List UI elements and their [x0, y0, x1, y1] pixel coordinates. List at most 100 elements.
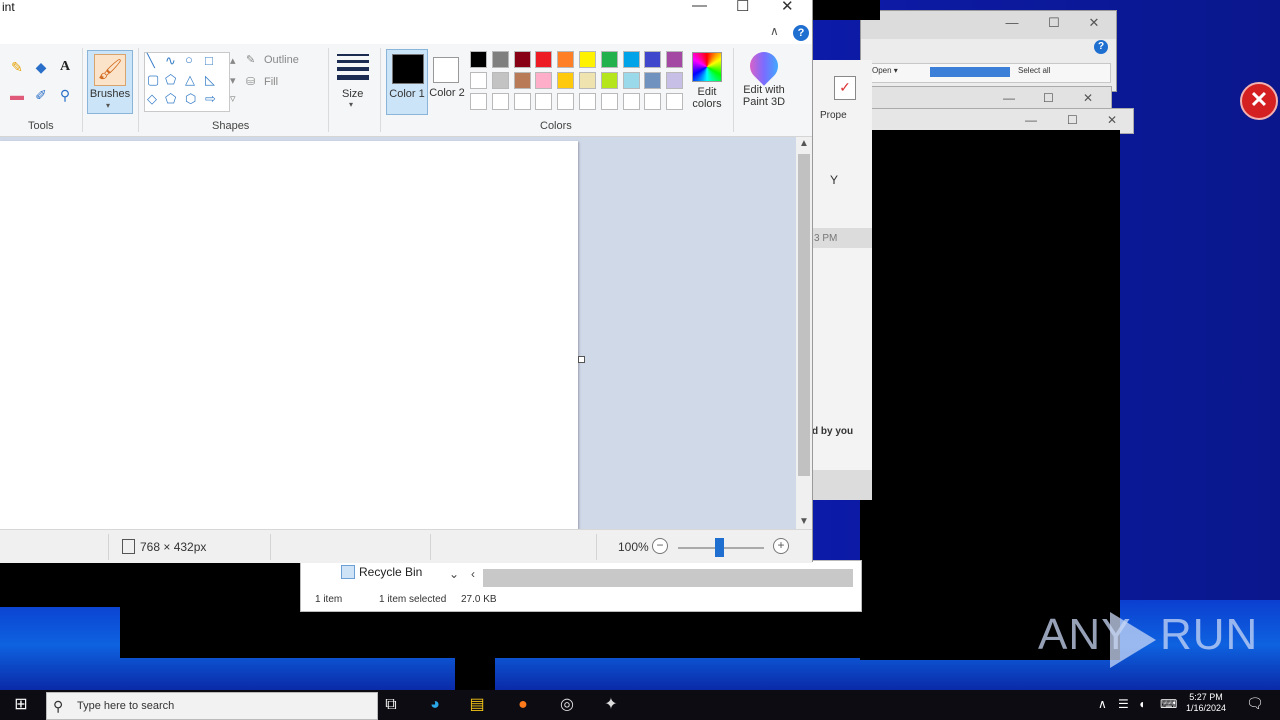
- text-tool-icon[interactable]: A: [56, 58, 74, 76]
- palette-swatch[interactable]: [600, 93, 618, 110]
- close-button[interactable]: ✕: [781, 0, 794, 15]
- fill-bucket-icon[interactable]: ◆: [32, 58, 50, 76]
- color-palette[interactable]: [470, 51, 686, 115]
- palette-swatch[interactable]: [600, 72, 618, 89]
- maximize-button[interactable]: ☐: [736, 0, 749, 15]
- palette-swatch[interactable]: [557, 51, 575, 68]
- drawing-canvas[interactable]: [0, 141, 578, 529]
- palette-swatch[interactable]: [622, 93, 640, 110]
- shapes-gallery[interactable]: ╲ ∿ ○ □ ▢ ⬠ △ ◺ ◇ ⬠ ⬡ ⇨: [144, 52, 230, 112]
- palette-swatch[interactable]: [644, 51, 662, 68]
- line-shape-icon[interactable]: ╲: [147, 53, 155, 69]
- shapes-scroll-down-icon[interactable]: ▾: [230, 74, 236, 87]
- palette-swatch[interactable]: [513, 93, 531, 110]
- edge-icon[interactable]: ◕: [424, 694, 446, 716]
- paint-titlebar[interactable]: int — ☐ ✕: [0, 0, 812, 16]
- hexagon-shape-icon[interactable]: ⬡: [185, 91, 196, 107]
- notification-icon[interactable]: 🗨: [1246, 695, 1264, 712]
- palette-swatch[interactable]: [513, 51, 531, 68]
- rounded-rect-shape-icon[interactable]: ▢: [147, 72, 159, 88]
- palette-swatch[interactable]: [470, 72, 487, 89]
- bg3-maximize-button[interactable]: ☐: [1067, 113, 1078, 127]
- palette-swatch[interactable]: [666, 93, 684, 110]
- palette-swatch[interactable]: [666, 72, 684, 89]
- taskbar-search[interactable]: ⚲ Type here to search: [46, 692, 378, 720]
- scroll-left-icon[interactable]: ‹: [471, 567, 475, 581]
- firefox-icon[interactable]: ●: [512, 694, 534, 716]
- zoom-out-button[interactable]: −: [652, 538, 668, 554]
- vertical-scrollbar-thumb[interactable]: [798, 154, 810, 476]
- palette-swatch[interactable]: [644, 72, 662, 89]
- size-icon[interactable]: [337, 54, 369, 80]
- bg2-minimize-button[interactable]: —: [1003, 91, 1015, 105]
- palette-swatch[interactable]: [513, 72, 531, 89]
- palette-swatch[interactable]: [535, 51, 553, 68]
- bg-help-icon[interactable]: ?: [1094, 40, 1108, 54]
- file-explorer-icon[interactable]: ▤: [466, 694, 488, 716]
- chrome-icon[interactable]: ◎: [556, 694, 578, 716]
- palette-swatch[interactable]: [557, 72, 575, 89]
- zoom-slider-thumb[interactable]: [715, 538, 725, 557]
- other-app-icon[interactable]: ✦: [600, 694, 622, 716]
- triangle-shape-icon[interactable]: △: [185, 72, 195, 88]
- scroll-down-icon[interactable]: ▼: [799, 516, 809, 527]
- size-label[interactable]: Size: [342, 88, 363, 100]
- right-triangle-shape-icon[interactable]: ◺: [205, 72, 215, 88]
- canvas-resize-handle[interactable]: [578, 356, 585, 363]
- red-close-icon[interactable]: ✕: [1240, 82, 1278, 120]
- palette-swatch[interactable]: [535, 93, 553, 110]
- tray-overflow-icon[interactable]: ∧: [1098, 697, 1107, 711]
- curve-shape-icon[interactable]: ∿: [165, 53, 176, 69]
- palette-swatch[interactable]: [491, 51, 509, 68]
- palette-swatch[interactable]: [557, 93, 575, 110]
- volume-icon[interactable]: ◖: [1138, 697, 1145, 711]
- bg-close-button[interactable]: ✕: [1087, 16, 1101, 29]
- edit-with-paint3d-button[interactable]: Edit with Paint 3D: [736, 46, 792, 108]
- magnifier-icon[interactable]: ⚲: [56, 86, 74, 104]
- palette-swatch[interactable]: [622, 72, 640, 89]
- palette-swatch[interactable]: [579, 51, 596, 68]
- zoom-in-button[interactable]: +: [773, 538, 789, 554]
- palette-swatch[interactable]: [470, 51, 487, 68]
- pentagon-shape-icon[interactable]: ⬠: [165, 91, 176, 107]
- palette-swatch[interactable]: [579, 72, 596, 89]
- palette-swatch[interactable]: [470, 93, 487, 110]
- scroll-up-icon[interactable]: ▲: [799, 138, 809, 149]
- palette-swatch[interactable]: [491, 72, 509, 89]
- properties-icon[interactable]: ✓: [834, 76, 856, 100]
- bg-maximize-button[interactable]: ☐: [1047, 16, 1061, 29]
- collapse-ribbon-icon[interactable]: ∧: [770, 24, 779, 38]
- fill-dropdown[interactable]: Fill: [264, 76, 278, 88]
- recycle-bin-item[interactable]: Recycle Bin: [359, 565, 422, 579]
- palette-swatch[interactable]: [644, 93, 662, 110]
- polygon-shape-icon[interactable]: ⬠: [165, 72, 176, 88]
- bg2-close-button[interactable]: ✕: [1083, 91, 1093, 105]
- color1-button[interactable]: Color 1: [386, 49, 428, 115]
- start-button[interactable]: ⊞: [10, 694, 32, 716]
- network-icon[interactable]: ☰: [1118, 697, 1129, 711]
- bg2-maximize-button[interactable]: ☐: [1043, 91, 1054, 105]
- horizontal-scrollbar[interactable]: [483, 569, 853, 587]
- brushes-button[interactable]: 🖌 Brushes ▾: [87, 50, 133, 114]
- palette-swatch[interactable]: [491, 93, 509, 110]
- palette-swatch[interactable]: [535, 72, 553, 89]
- background-window[interactable]: — ☐ ✕ Open ▾ Select all: [860, 10, 1117, 92]
- oval-shape-icon[interactable]: ○: [185, 52, 193, 67]
- palette-swatch[interactable]: [600, 51, 618, 68]
- bg3-minimize-button[interactable]: —: [1025, 113, 1037, 127]
- task-view-button[interactable]: ⧉: [380, 694, 402, 716]
- clock[interactable]: 5:27 PM 1/16/2024: [1186, 692, 1226, 714]
- shapes-expand-icon[interactable]: ▿: [230, 92, 236, 105]
- eraser-icon[interactable]: ▬: [8, 86, 26, 104]
- minimize-button[interactable]: —: [692, 0, 707, 14]
- outline-dropdown[interactable]: Outline: [264, 54, 299, 66]
- file-explorer-window[interactable]: Recycle Bin ⌄ ‹ 1 item 1 item selected 2…: [300, 560, 862, 612]
- color2-button[interactable]: Color 2: [428, 49, 466, 113]
- palette-swatch[interactable]: [666, 51, 684, 68]
- rectangle-shape-icon[interactable]: □: [205, 53, 213, 68]
- chevron-down-icon[interactable]: ⌄: [449, 567, 459, 581]
- properties-label[interactable]: Prope: [820, 110, 847, 121]
- arrow-shape-icon[interactable]: ⇨: [205, 91, 216, 107]
- color-picker-icon[interactable]: ✐: [32, 86, 50, 104]
- palette-swatch[interactable]: [622, 51, 640, 68]
